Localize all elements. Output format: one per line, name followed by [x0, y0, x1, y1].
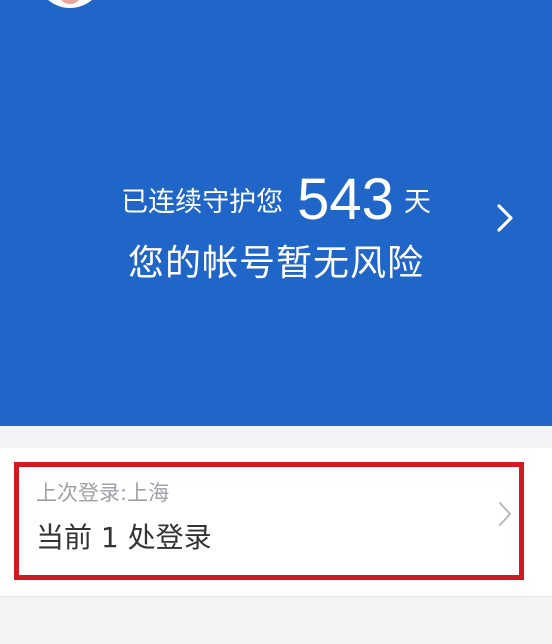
current-login-count: 当前 1 处登录 [36, 521, 212, 554]
guard-prefix-text: 已连续守护您 [121, 187, 284, 218]
avatar-image [58, 0, 82, 4]
security-banner[interactable]: 已连续守护您 543 天 您的帐号暂无风险 [0, 0, 552, 426]
guard-duration-line: 已连续守护您 543 天 [0, 166, 552, 233]
divider [0, 596, 552, 597]
risk-status-text: 您的帐号暂无风险 [127, 243, 424, 284]
chevron-right-icon[interactable] [494, 202, 516, 234]
account-security-page: 已连续守护您 543 天 您的帐号暂无风险 上次登录:上海 当前 1 处登录 [0, 0, 552, 644]
guard-days-count: 543 [297, 167, 394, 232]
chevron-right-icon[interactable] [496, 500, 514, 528]
avatar[interactable] [36, 0, 104, 8]
last-login-location: 上次登录:上海 [36, 481, 170, 505]
guard-days-unit: 天 [403, 187, 431, 218]
